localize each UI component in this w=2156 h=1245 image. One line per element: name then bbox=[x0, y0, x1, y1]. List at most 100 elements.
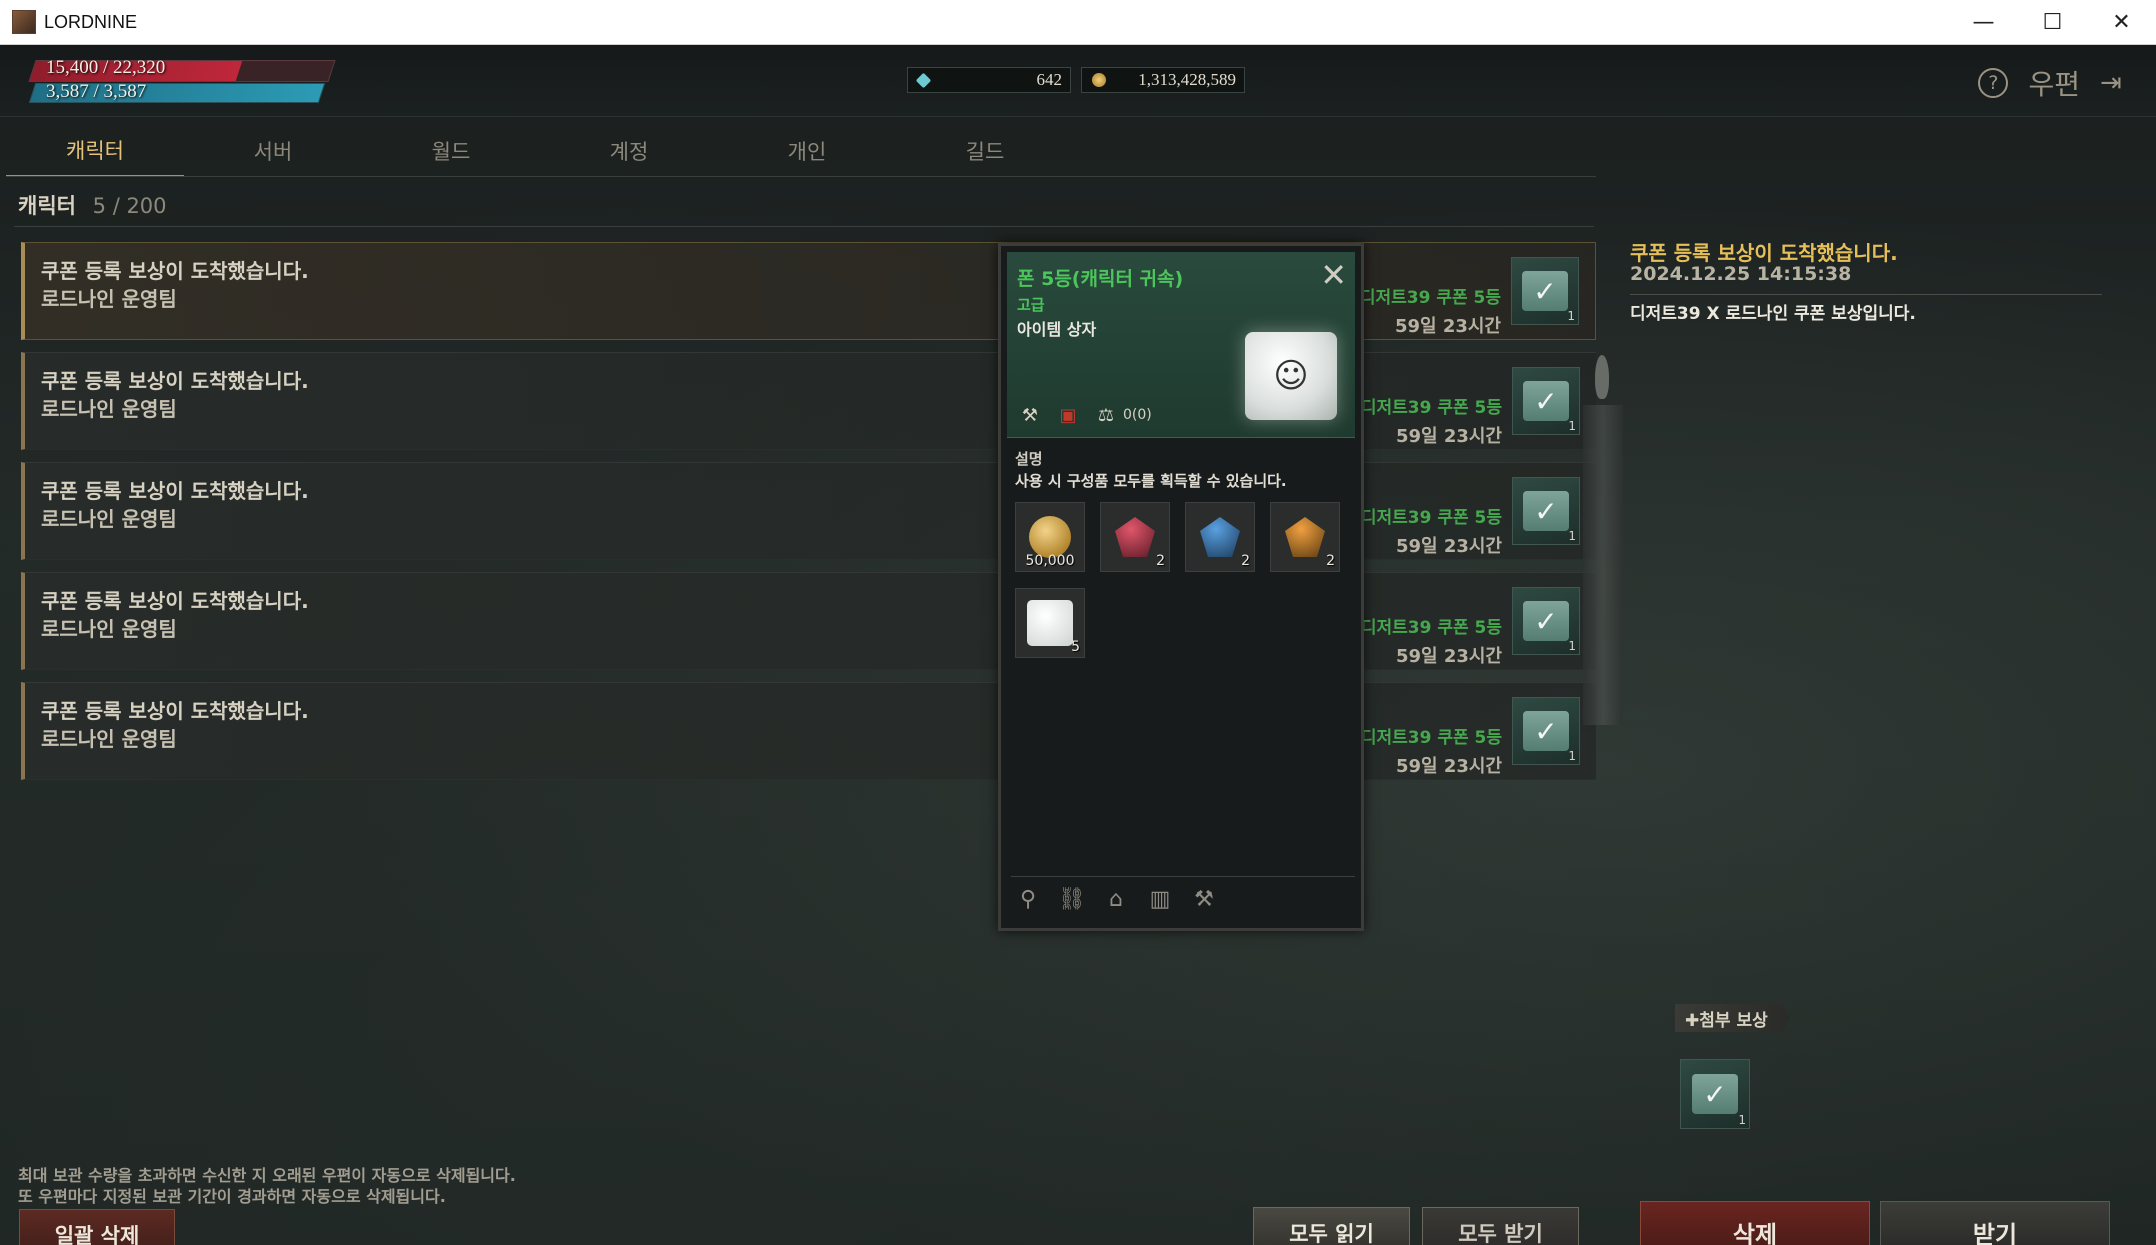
window-controls: — ☐ ✕ bbox=[1949, 0, 2156, 45]
mail-item-reward-slot[interactable]: ✓ 1 bbox=[1512, 697, 1580, 765]
mail-item-reward-name: 디저트39 쿠폰 5등 bbox=[1360, 398, 1502, 418]
diamond-amount: 642 bbox=[1036, 70, 1063, 89]
mail-item-title: 쿠폰 등록 보상이 도착했습니다. bbox=[41, 479, 309, 503]
bulk-delete-button[interactable]: 일괄 삭제 bbox=[19, 1209, 175, 1245]
close-window-button[interactable]: ✕ bbox=[2087, 0, 2156, 45]
count-divider bbox=[14, 226, 1594, 227]
reward-count: 1 bbox=[1568, 639, 1576, 653]
mail-item-title: 쿠폰 등록 보상이 도착했습니다. bbox=[41, 699, 309, 723]
tooltip-item-type: 아이템 상자 bbox=[1017, 320, 1097, 339]
mail-item-meta: 디저트39 쿠폰 5등 59일 23시간 bbox=[1361, 723, 1502, 778]
window-titlebar: LORDNINE — ☐ ✕ bbox=[0, 0, 2156, 45]
bank-icon[interactable]: ⌂ bbox=[1103, 884, 1129, 914]
location-pin-icon[interactable]: ⚲ bbox=[1015, 884, 1041, 914]
content-slot[interactable]: 2 bbox=[1270, 502, 1340, 572]
tooltip-item-name: 폰 5등(캐릭터 귀속) bbox=[1017, 268, 1184, 290]
mp-text: 3,587 / 3,587 bbox=[46, 81, 147, 102]
reward-count: 1 bbox=[1568, 529, 1576, 543]
attachment-reward-slot[interactable]: ✓ 1 bbox=[1680, 1059, 1750, 1129]
tooltip-desc-label: 설명 bbox=[1015, 450, 1043, 468]
mail-item-title: 쿠폰 등록 보상이 도착했습니다. bbox=[41, 259, 309, 283]
detail-title: 쿠폰 등록 보상이 도착했습니다. bbox=[1630, 241, 1898, 265]
orange-gem-icon bbox=[1285, 517, 1325, 557]
tooltip-description: 사용 시 구성품 모두를 획득할 수 있습니다. bbox=[1015, 472, 1287, 490]
mail-item-expire: 59일 23시간 bbox=[1395, 536, 1502, 557]
exit-icon[interactable]: ⇥ bbox=[2100, 68, 2130, 98]
mail-item-meta: 디저트39 쿠폰 5등 59일 23시간 bbox=[1360, 283, 1501, 338]
mail-item-sender: 로드나인 운영팀 bbox=[41, 507, 177, 531]
tab-world[interactable]: 월드 bbox=[362, 125, 540, 177]
receive-all-button[interactable]: 모두 받기 bbox=[1422, 1207, 1579, 1245]
craft-help-icon[interactable]: ⚒ bbox=[1191, 884, 1217, 914]
gold-coin-icon bbox=[1092, 73, 1106, 87]
content-count: 2 bbox=[1241, 553, 1250, 569]
content-count: 50,000 bbox=[1025, 553, 1075, 569]
mail-item-title: 쿠폰 등록 보상이 도착했습니다. bbox=[41, 589, 309, 613]
tab-character[interactable]: 캐릭터 bbox=[6, 125, 184, 177]
content-count: 2 bbox=[1326, 553, 1335, 569]
tab-account[interactable]: 계정 bbox=[540, 125, 718, 177]
checked-box-icon: ✓ bbox=[1523, 711, 1569, 751]
minimize-button[interactable]: — bbox=[1949, 0, 2018, 45]
mail-tabs: 캐릭터 서버 월드 계정 개인 길드 bbox=[6, 125, 1074, 177]
checked-box-icon: ✓ bbox=[1522, 271, 1568, 311]
checked-box-icon: ✓ bbox=[1523, 491, 1569, 531]
detail-date: 2024.12.25 14:15:38 bbox=[1630, 263, 1852, 285]
mail-item-reward-slot[interactable]: ✓ 1 bbox=[1512, 367, 1580, 435]
hp-text: 15,400 / 22,320 bbox=[46, 57, 166, 78]
tab-personal[interactable]: 개인 bbox=[718, 125, 896, 177]
receive-button[interactable]: 받기 bbox=[1880, 1201, 2110, 1245]
mail-item-reward-slot[interactable]: ✓ 1 bbox=[1512, 587, 1580, 655]
content-slot[interactable]: 5 bbox=[1015, 588, 1085, 658]
tab-server[interactable]: 서버 bbox=[184, 125, 362, 177]
mail-item-sender: 로드나인 운영팀 bbox=[41, 397, 177, 421]
content-slot[interactable]: 2 bbox=[1185, 502, 1255, 572]
notice-line: 최대 보관 수량을 초과하면 수신한 지 오래된 우편이 자동으로 삭제됩니다. bbox=[18, 1166, 516, 1185]
notice-line: 또 우편마다 지정된 보관 기간이 경과하면 자동으로 삭제됩니다. bbox=[18, 1187, 446, 1206]
tooltip-header: 폰 5등(캐릭터 귀속) 고급 아이템 상자 ✕ ☺ ⚒ ▣ ⚖ 0(0) bbox=[1007, 252, 1355, 438]
tooltip-weight: 0(0) bbox=[1123, 407, 1152, 423]
gold-amount: 1,313,428,589 bbox=[1138, 70, 1236, 89]
gold-coin-icon bbox=[1029, 516, 1071, 558]
reward-count: 1 bbox=[1567, 309, 1575, 323]
mail-item-reward-name: 디저트39 쿠폰 5등 bbox=[1360, 508, 1502, 528]
tooltip-contents: 50,000 2 2 2 5 bbox=[1015, 502, 1355, 658]
checked-box-icon: ✓ bbox=[1692, 1074, 1738, 1114]
read-all-button[interactable]: 모두 읽기 bbox=[1253, 1207, 1410, 1245]
delete-button[interactable]: 삭제 bbox=[1640, 1201, 1870, 1245]
link-icon[interactable]: ⛓ bbox=[1058, 884, 1086, 914]
gift-box-icon: ☺ bbox=[1245, 332, 1337, 420]
game-area: 15,400 / 22,320 3,587 / 3,587 642 1,313,… bbox=[0, 45, 2156, 1245]
chest-icon: ▣ bbox=[1059, 404, 1077, 426]
mail-item-reward-name: 디저트39 쿠폰 5등 bbox=[1359, 288, 1501, 308]
content-slot[interactable]: 50,000 bbox=[1015, 502, 1085, 572]
mail-item-reward-name: 디저트39 쿠폰 5등 bbox=[1360, 728, 1502, 748]
storage-icon[interactable]: ▥ bbox=[1147, 884, 1173, 914]
anvil-icon: ⚒ bbox=[1021, 404, 1039, 426]
close-icon[interactable]: ✕ bbox=[1320, 259, 1347, 291]
reward-count: 1 bbox=[1568, 749, 1576, 763]
checked-box-icon: ✓ bbox=[1523, 381, 1569, 421]
content-count: 2 bbox=[1156, 553, 1165, 569]
tab-guild[interactable]: 길드 bbox=[896, 125, 1074, 177]
mail-item-sender: 로드나인 운영팀 bbox=[41, 287, 177, 311]
mail-item-reward-slot[interactable]: ✓ 1 bbox=[1512, 477, 1580, 545]
tooltip-attributes: ⚒ ▣ ⚖ 0(0) bbox=[1017, 404, 1152, 426]
mail-item-reward-slot[interactable]: ✓ 1 bbox=[1511, 257, 1579, 325]
mail-item-expire: 59일 23시간 bbox=[1395, 646, 1502, 667]
blue-gem-icon bbox=[1200, 517, 1240, 557]
gold-currency: 1,313,428,589 bbox=[1081, 67, 1245, 93]
content-slot[interactable]: 2 bbox=[1100, 502, 1170, 572]
diamond-icon bbox=[915, 72, 932, 89]
mailbox-title: 우편 bbox=[2028, 68, 2080, 101]
help-icon[interactable]: ? bbox=[1978, 68, 2009, 98]
mail-item-meta: 디저트39 쿠폰 5등 59일 23시간 bbox=[1361, 613, 1502, 668]
reward-count: 1 bbox=[1568, 419, 1576, 433]
maximize-button[interactable]: ☐ bbox=[2018, 0, 2087, 45]
attachment-count: 1 bbox=[1738, 1113, 1746, 1127]
candle-flame bbox=[1595, 355, 1609, 399]
storage-notice: 최대 보관 수량을 초과하면 수신한 지 오래된 우편이 자동으로 삭제됩니다.… bbox=[18, 1165, 516, 1207]
header-actions: ? 우편 ⇥ bbox=[1978, 63, 2130, 103]
candle-decoration bbox=[1583, 405, 1623, 725]
mail-item-meta: 디저트39 쿠폰 5등 59일 23시간 bbox=[1361, 503, 1502, 558]
